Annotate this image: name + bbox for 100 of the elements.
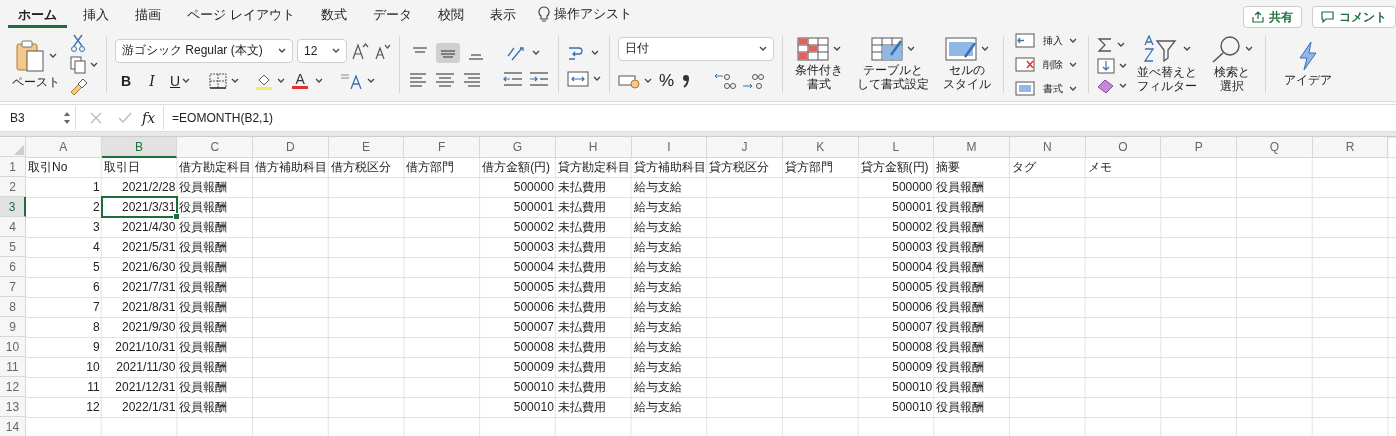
column-header[interactable]: B bbox=[101, 137, 178, 158]
caret-icon[interactable] bbox=[1119, 82, 1127, 89]
row-header[interactable]: 3 bbox=[0, 197, 26, 217]
caret-icon[interactable] bbox=[49, 53, 57, 60]
stepper-icon[interactable] bbox=[63, 111, 71, 125]
caret-icon[interactable] bbox=[1069, 37, 1077, 44]
decrease-decimal-icon[interactable] bbox=[741, 71, 766, 90]
column-header[interactable]: K bbox=[782, 137, 859, 158]
increase-indent-icon[interactable] bbox=[528, 70, 550, 87]
caret-icon[interactable] bbox=[907, 46, 915, 53]
caret-icon[interactable] bbox=[367, 77, 376, 84]
insert-cells-icon[interactable] bbox=[1015, 33, 1035, 48]
caret-icon[interactable] bbox=[981, 46, 989, 53]
caret-icon[interactable] bbox=[231, 77, 240, 84]
row-header[interactable]: 13 bbox=[0, 397, 26, 417]
caret-icon[interactable] bbox=[332, 47, 340, 54]
ribbon-tab[interactable]: 数式 bbox=[310, 0, 357, 28]
cells-menu-button[interactable]: 書式 bbox=[1012, 79, 1080, 98]
column-header[interactable]: F bbox=[404, 137, 481, 158]
comment-button[interactable]: コメント bbox=[1312, 6, 1396, 28]
formula-field[interactable]: =EOMONTH(B2,1) bbox=[163, 106, 1396, 130]
underline-button[interactable]: U bbox=[167, 70, 194, 91]
column-header[interactable]: C bbox=[177, 137, 254, 158]
active-cell-cursor[interactable]: 2021/3/31 bbox=[101, 197, 178, 217]
ribbon-tab[interactable]: 描画 bbox=[125, 0, 171, 28]
column-header[interactable]: L bbox=[858, 137, 935, 158]
align-center-icon[interactable] bbox=[434, 70, 456, 87]
style-gallery-button[interactable]: セルの スタイル bbox=[939, 35, 995, 94]
column-header[interactable]: G bbox=[480, 137, 556, 158]
caret-icon[interactable] bbox=[591, 49, 599, 56]
column-header[interactable]: P bbox=[1161, 137, 1237, 158]
font-color-button[interactable]: A bbox=[289, 72, 312, 89]
row-header[interactable]: 9 bbox=[0, 317, 26, 337]
column-header[interactable]: E bbox=[328, 137, 405, 158]
column-header[interactable]: M bbox=[934, 137, 1010, 158]
ribbon-tab[interactable]: 挿入 bbox=[73, 0, 119, 28]
cells-menu-button[interactable]: 挿入 bbox=[1012, 31, 1080, 50]
merge-cells-icon[interactable] bbox=[567, 70, 589, 87]
row-header[interactable]: 1 bbox=[0, 157, 26, 177]
row-header[interactable]: 8 bbox=[0, 297, 26, 317]
name-box[interactable]: B3 bbox=[0, 106, 76, 130]
table-brush-icon[interactable] bbox=[871, 37, 903, 62]
search-icon[interactable] bbox=[1211, 35, 1241, 64]
caret-icon[interactable] bbox=[277, 77, 286, 84]
font-name-dropdown[interactable]: 游ゴシック Regular (本文) bbox=[115, 38, 293, 63]
sort-filter-button[interactable]: 並べ替えと フィルター bbox=[1133, 33, 1201, 96]
fill-down-icon[interactable] bbox=[1097, 57, 1115, 74]
tell-me-button[interactable]: 操作アシスト bbox=[531, 0, 638, 28]
percent-button[interactable]: % bbox=[656, 68, 678, 93]
share-button[interactable]: 共有 bbox=[1243, 6, 1302, 28]
comma-style-icon[interactable] bbox=[681, 72, 692, 89]
lightbulb-icon[interactable] bbox=[537, 5, 550, 23]
sum-icon[interactable] bbox=[1097, 36, 1113, 53]
caret-icon[interactable] bbox=[1069, 85, 1077, 92]
caret-icon[interactable] bbox=[644, 77, 652, 84]
accounting-format-icon[interactable] bbox=[618, 72, 640, 89]
italic-button[interactable]: I bbox=[141, 70, 163, 91]
caret-icon[interactable] bbox=[315, 77, 324, 84]
row-header[interactable]: 5 bbox=[0, 237, 26, 257]
row-header[interactable]: 4 bbox=[0, 217, 26, 237]
column-header[interactable]: H bbox=[555, 137, 632, 158]
column-header[interactable]: O bbox=[1085, 137, 1162, 158]
caret-icon[interactable] bbox=[593, 75, 601, 82]
check-icon[interactable] bbox=[118, 112, 132, 124]
number-format-dropdown[interactable]: 日付 bbox=[618, 36, 774, 61]
caret-icon[interactable] bbox=[833, 46, 841, 53]
comment-icon[interactable] bbox=[1321, 11, 1334, 23]
caret-icon[interactable] bbox=[532, 49, 540, 56]
eraser-icon[interactable] bbox=[1097, 78, 1115, 93]
format-cells-icon[interactable] bbox=[1015, 81, 1035, 96]
paste-button[interactable]: ペースト bbox=[8, 37, 64, 92]
caret-icon[interactable] bbox=[278, 47, 286, 54]
row-header[interactable]: 11 bbox=[0, 357, 26, 377]
share-icon[interactable] bbox=[1252, 11, 1264, 23]
delete-cells-icon[interactable] bbox=[1015, 57, 1035, 72]
ribbon-tab[interactable]: 表示 bbox=[479, 0, 526, 28]
increase-decimal-icon[interactable] bbox=[713, 71, 738, 90]
caret-icon[interactable] bbox=[1245, 46, 1253, 53]
caret-icon[interactable] bbox=[1119, 62, 1127, 69]
style-gallery-button[interactable]: テーブルと して書式設定 bbox=[853, 35, 933, 94]
caret-icon[interactable] bbox=[1117, 41, 1125, 48]
column-header[interactable]: N bbox=[1009, 137, 1086, 158]
conditional-format-icon[interactable] bbox=[797, 37, 829, 62]
caret-icon[interactable] bbox=[1183, 46, 1191, 53]
caret-icon[interactable] bbox=[90, 61, 98, 68]
ribbon-tab[interactable]: ページ レイアウト bbox=[177, 0, 305, 28]
scissors-icon[interactable] bbox=[70, 33, 86, 52]
row-header[interactable]: 6 bbox=[0, 257, 26, 277]
column-header[interactable]: I bbox=[631, 137, 708, 158]
ribbon-tab[interactable]: データ bbox=[362, 0, 422, 28]
ribbon-tab[interactable]: 校閲 bbox=[427, 0, 474, 28]
caret-icon[interactable] bbox=[759, 45, 767, 52]
grow-font-icon[interactable] bbox=[351, 41, 369, 60]
format-painter-icon[interactable] bbox=[70, 77, 88, 96]
column-header[interactable]: D bbox=[253, 137, 329, 158]
column-header[interactable]: R bbox=[1312, 137, 1389, 158]
font-size-dropdown[interactable]: 12 bbox=[297, 38, 347, 63]
row-header[interactable]: 2 bbox=[0, 177, 26, 197]
clipboard-icon[interactable] bbox=[15, 39, 45, 74]
copy-icon[interactable] bbox=[70, 55, 86, 74]
